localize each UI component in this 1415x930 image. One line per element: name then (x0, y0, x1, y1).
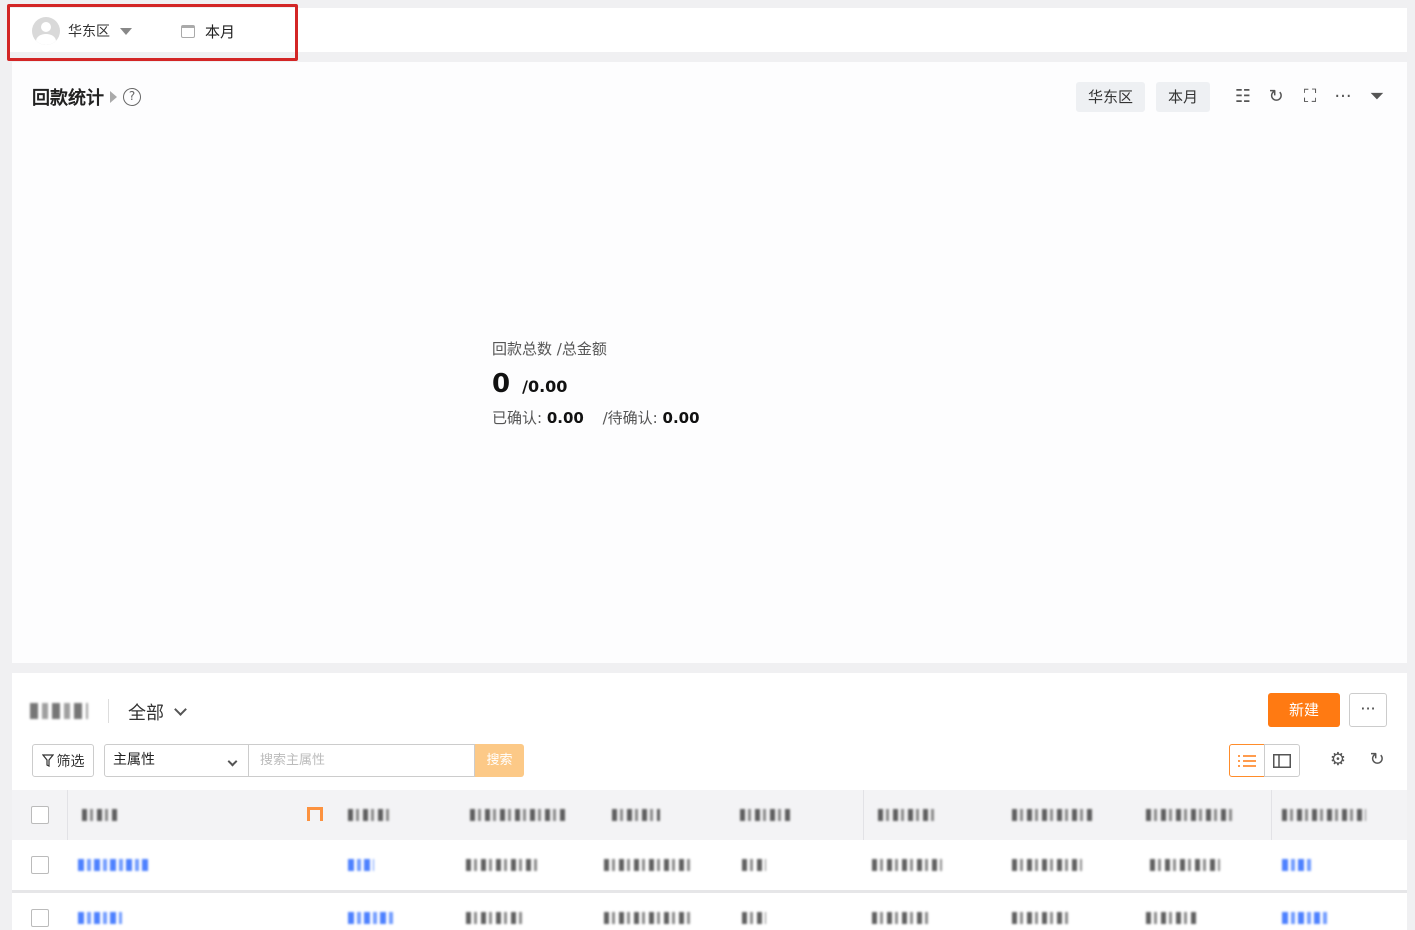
column-header-blurred[interactable] (878, 809, 934, 821)
attribute-select[interactable]: 主属性 (104, 744, 249, 777)
cell-blurred (742, 859, 766, 871)
list-view-toggle[interactable] (1229, 744, 1265, 777)
search-button[interactable]: 搜索 (475, 744, 524, 777)
cell-blurred (1150, 859, 1220, 871)
panel-icon (1273, 753, 1291, 768)
scope-selector[interactable]: 全部 (128, 699, 187, 725)
sort-icon[interactable] (307, 807, 323, 821)
cell-blurred (466, 859, 538, 871)
more-icon[interactable]: ··· (1332, 86, 1354, 108)
help-icon[interactable]: ? (123, 88, 141, 106)
scope-label: 全部 (128, 703, 164, 724)
column-separator (863, 790, 864, 840)
list-view-icon[interactable]: ☷ (1232, 86, 1254, 108)
cell-blurred (742, 912, 766, 924)
cell-blurred (1012, 912, 1068, 924)
summary-main: 0 /0.00 (492, 369, 714, 399)
new-button[interactable]: 新建 (1268, 693, 1340, 727)
cell-blurred (1146, 912, 1198, 924)
column-header-blurred[interactable] (1012, 809, 1094, 821)
cell-blurred (872, 859, 942, 871)
summary-amount: /0.00 (522, 377, 568, 396)
cell-blurred (348, 859, 374, 871)
top-filter-bar: 华东区 本月 (8, 8, 1407, 52)
refresh-icon[interactable]: ↻ (1365, 748, 1389, 772)
column-header-blurred[interactable] (470, 809, 568, 821)
record-link-blurred[interactable] (78, 912, 122, 924)
split-view-toggle[interactable] (1264, 744, 1300, 777)
column-header-blurred[interactable] (348, 809, 390, 821)
divider (108, 699, 109, 723)
table-row[interactable] (12, 890, 1407, 930)
confirmed-value: 0.00 (546, 409, 584, 427)
summary-label: 回款总数 /总金额 (492, 340, 607, 358)
summary-count: 0 (492, 369, 511, 399)
table-header (12, 790, 1407, 840)
cell-blurred (1012, 859, 1082, 871)
fullscreen-icon[interactable]: ⛶ (1299, 86, 1321, 108)
period-chip[interactable]: 本月 (1156, 82, 1211, 112)
filter-label: 筛选 (56, 753, 85, 770)
record-link-blurred[interactable] (78, 859, 150, 871)
record-list-panel: 全部 新建 ··· 筛选 主属性 搜索 ⚙ ↻ (12, 673, 1407, 930)
caret-right-icon[interactable] (110, 91, 117, 103)
cell-blurred (466, 912, 522, 924)
list-icon (1238, 754, 1256, 767)
summary-sub: 已确认: 0.00 /待确认: 0.00 (492, 407, 714, 428)
column-header-blurred[interactable] (612, 809, 660, 821)
cell-blurred (604, 912, 690, 924)
search-input[interactable] (249, 744, 475, 777)
confirmed-label: 已确认: (492, 409, 547, 427)
region-chip[interactable]: 华东区 (1076, 82, 1146, 112)
stats-summary: 回款总数 /总金额 0 /0.00 已确认: 0.00 /待确认: 0.00 (492, 338, 714, 428)
calendar-icon (181, 24, 195, 38)
card-title: 回款统计 ? (32, 84, 141, 110)
cell-blurred (1282, 859, 1314, 871)
table-row[interactable] (12, 840, 1407, 890)
more-actions-button[interactable]: ··· (1349, 693, 1387, 727)
column-header-blurred[interactable] (1146, 809, 1232, 821)
column-header-blurred[interactable] (740, 809, 792, 821)
select-all-checkbox[interactable] (31, 806, 49, 824)
column-header-blurred[interactable] (1282, 809, 1366, 821)
filter-button[interactable]: 筛选 (32, 744, 94, 777)
cell-blurred (1282, 912, 1330, 924)
filter-icon[interactable]: ⏷ (1366, 86, 1388, 108)
cell-blurred (872, 912, 932, 924)
refresh-icon[interactable]: ↻ (1265, 86, 1287, 108)
chevron-down-icon (227, 756, 238, 767)
cell-blurred (604, 859, 690, 871)
card-title-text: 回款统计 (32, 88, 104, 109)
row-checkbox[interactable] (31, 856, 49, 874)
period-selector[interactable]: 本月 (181, 20, 235, 42)
region-selector[interactable]: 华东区 (32, 17, 132, 45)
caret-down-icon (120, 27, 132, 35)
column-separator (67, 790, 68, 840)
avatar (32, 17, 60, 45)
cell-blurred (348, 912, 396, 924)
list-title-blurred (30, 703, 88, 719)
settings-icon[interactable]: ⚙ (1326, 748, 1350, 772)
column-header-blurred[interactable] (82, 809, 118, 821)
attribute-select-value: 主属性 (113, 752, 155, 768)
column-separator (1271, 790, 1272, 840)
payment-stats-card: 回款统计 ? 华东区 本月 ☷ ↻ ⛶ ··· ⏷ 回款总数 /总金额 0 /0… (12, 62, 1407, 663)
chevron-down-icon (174, 703, 187, 716)
pending-value: 0.00 (662, 409, 700, 427)
region-label: 华东区 (68, 24, 110, 40)
period-label: 本月 (205, 22, 236, 41)
row-checkbox[interactable] (31, 909, 49, 927)
pending-label: /待确认: (602, 409, 663, 427)
funnel-icon (41, 754, 54, 767)
